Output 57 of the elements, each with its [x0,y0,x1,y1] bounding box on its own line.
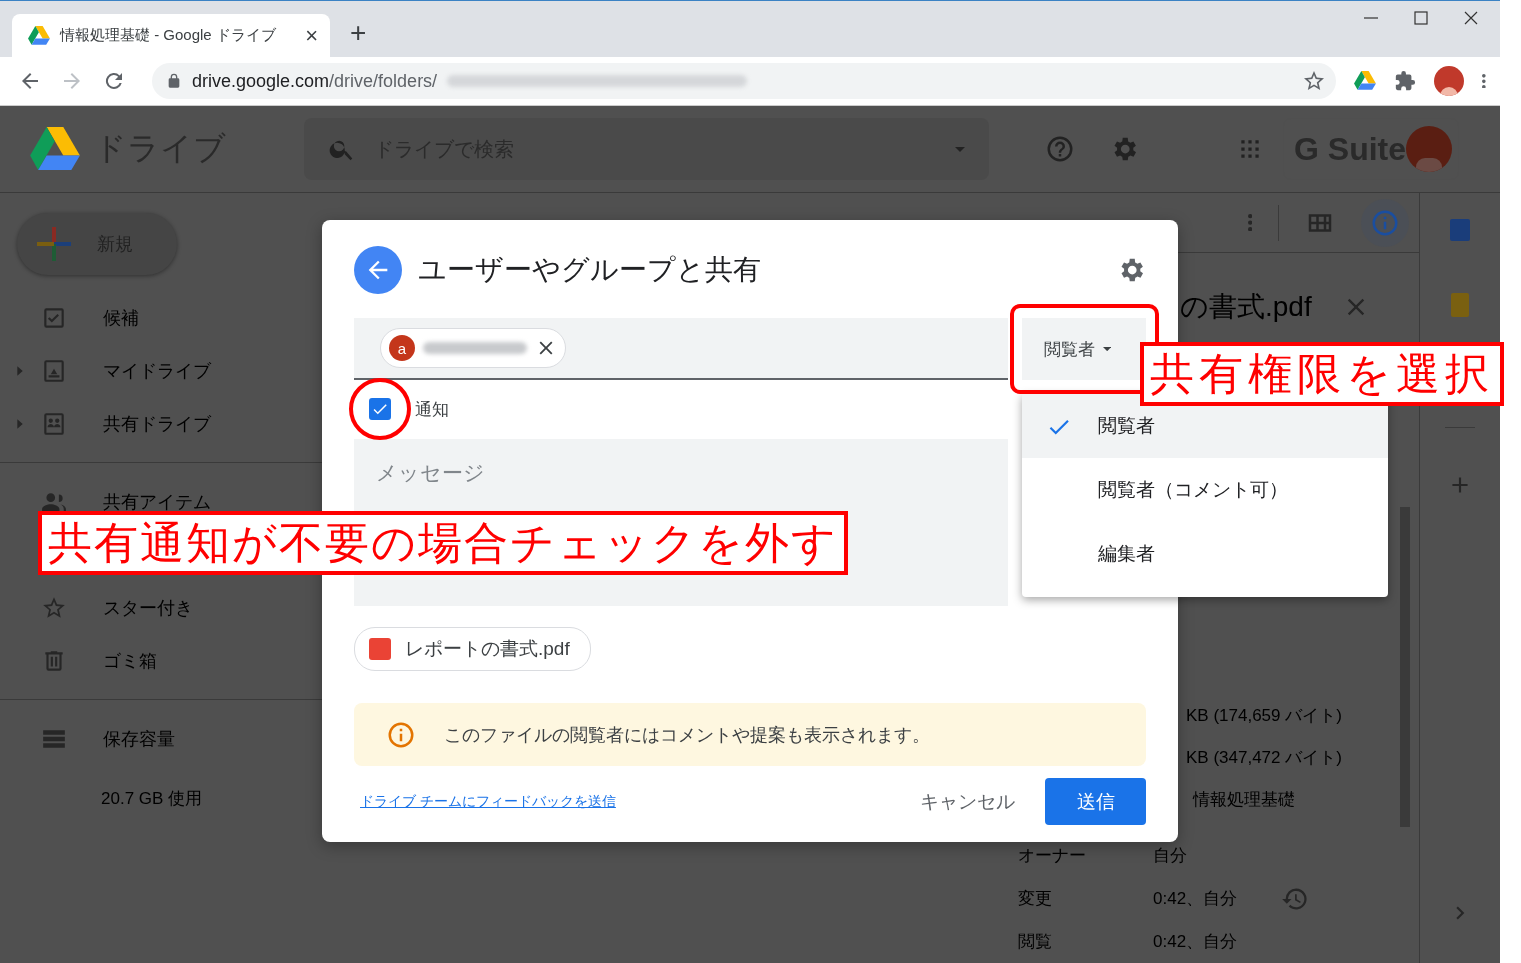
detail-value: 0:42、自分 [1153,931,1238,953]
sidebar-item[interactable]: 候補 [0,291,330,344]
profile-avatar[interactable] [1434,66,1465,96]
caret-icon [1103,346,1112,352]
role-dropdown[interactable]: 閲覧者 [1022,318,1146,380]
file-chip: レポートの書式.pdf [354,627,591,671]
storage-usage: 20.7 GB 使用 [100,788,204,810]
menu-item[interactable]: 閲覧者（コメント可） [1022,458,1388,522]
drive-logo-icon [30,127,80,171]
drive-extension-icon [1354,71,1377,91]
sidebar-item[interactable]: 共有ドライブ [0,397,330,450]
detail-label: 閲覧 [1018,931,1053,953]
file-title: の書式.pdf [1180,290,1312,324]
detail-label: オーナー [1018,845,1087,867]
notice-text: このファイルの閲覧者にはコメントや提案も表示されます。 [444,723,930,747]
sidebar-item[interactable]: マイドライブ [0,344,330,397]
notify-checkbox[interactable] [369,398,391,420]
annotation-label: 共有通知が不要の場合チェックを外す [38,511,848,575]
recipient-chip[interactable]: a [380,328,566,368]
maximize-icon[interactable] [1414,11,1428,25]
cancel-button[interactable]: キャンセル [914,787,1021,816]
send-button[interactable]: 送信 [1045,778,1146,825]
file-size: KB (347,472 バイト) [1186,746,1342,769]
new-tab-button[interactable]: + [350,17,367,49]
dialog-title: ユーザーやグループと共有 [418,253,762,287]
browser-tab[interactable]: 情報処理基礎 - Google ドライブ × [12,14,330,57]
tab-close-button[interactable]: × [305,22,318,49]
plus-icon [37,227,71,261]
star-icon [1302,69,1327,93]
address-bar[interactable]: drive.google.com/drive/folders/ [152,63,1337,99]
recipient-field[interactable]: a [354,318,1008,380]
help-icon [1045,134,1075,164]
highlight-circle [349,378,411,440]
shared-drive-icon [41,410,67,437]
sidebar-item[interactable]: スター付き [0,581,330,634]
drive-folder-icon [41,357,67,384]
annotation-label: 共有権限を選択 [1140,342,1504,406]
menu-item[interactable]: 編集者 [1022,522,1388,586]
more-icon [1247,213,1252,232]
notify-label: 通知 [415,398,449,421]
detail-value: 自分 [1153,845,1187,867]
caret-icon [955,146,965,152]
lock-icon [166,73,182,89]
drive-logo-icon [28,25,50,46]
avatar-initial: a [389,335,415,361]
extensions-icon [1394,70,1417,92]
detail-value: 0:42、自分 [1153,888,1238,910]
url-text: drive.google.com/drive/folders/ [192,70,438,92]
sidebar-item[interactable]: 保存容量 [0,712,330,765]
sidebar-item[interactable]: ゴミ箱 [0,634,330,687]
feedback-link[interactable]: ドライブ チームにフィードバックを送信 [360,792,914,811]
detail-label: 変更 [1018,888,1053,910]
menu-icon [1482,73,1486,89]
file-size: KB (174,659 バイト) [1186,704,1342,727]
back-button[interactable] [354,246,402,294]
folder-name: 情報処理基礎 [1193,788,1295,811]
close-icon[interactable] [1464,11,1478,25]
